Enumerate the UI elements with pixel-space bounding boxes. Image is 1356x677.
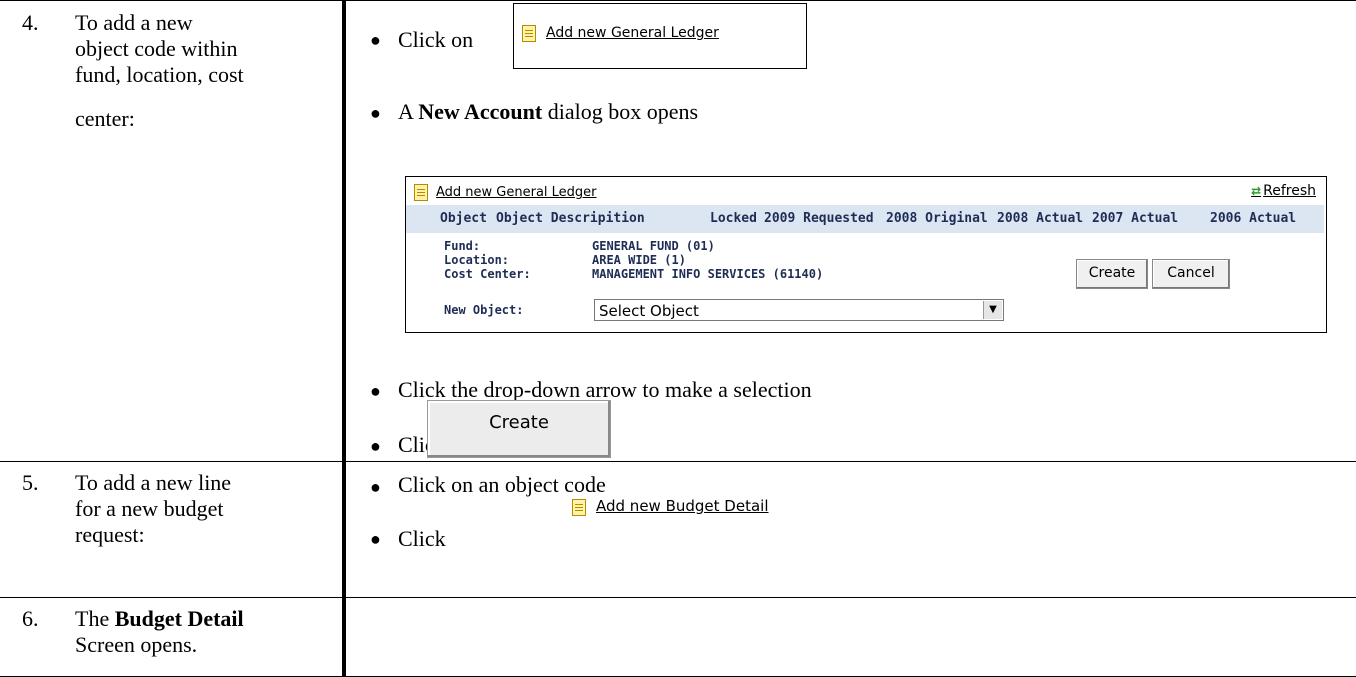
fund-value: GENERAL FUND (01)	[592, 239, 715, 253]
dialog-add-general-ledger-link[interactable]: Add new General Ledger	[436, 185, 597, 200]
step-6-line-2: Screen opens.	[75, 632, 198, 657]
create-button-image: Create	[427, 400, 611, 458]
col-2008-original: 2008 Original	[886, 211, 988, 226]
step-5-line: request:	[75, 522, 145, 547]
bullet: ●	[370, 477, 381, 497]
step-6-text: The Budget Detail Screen opens.	[75, 606, 335, 658]
bullet: ●	[370, 529, 381, 549]
step-5-line: for a new budget	[75, 496, 224, 521]
document-icon	[522, 24, 536, 42]
refresh-label: Refresh	[1263, 183, 1316, 199]
add-budget-detail-callout: Add new Budget Detail	[572, 497, 769, 516]
column-divider	[342, 0, 346, 677]
col-locked: Locked	[710, 211, 757, 226]
step-number-6: 6.	[22, 606, 39, 631]
document-icon	[572, 498, 586, 516]
dropdown-arrow-icon[interactable]: ▼	[983, 301, 1002, 319]
col-object: Object	[440, 211, 487, 226]
col-object-description: Object Descripition	[496, 211, 645, 226]
create-image-label: Create	[489, 412, 549, 433]
step-5-line: To add a new line	[75, 470, 232, 495]
table-top-border	[0, 0, 1356, 1]
col-2008-actual: 2008 Actual	[997, 211, 1084, 226]
step-4-line: object code within	[75, 36, 238, 61]
step-5-click-text: Click	[398, 526, 446, 551]
bullet: ●	[370, 436, 381, 456]
row-divider-5-6	[0, 597, 1356, 598]
col-2009-requested: 2009 Requested	[764, 211, 874, 226]
step-number-5: 5.	[22, 470, 39, 495]
col-2007-actual: 2007 Actual	[1092, 211, 1179, 226]
dialog-opens-bold: New Account	[418, 99, 543, 124]
dialog-opens-pre: A	[398, 99, 419, 124]
select-value: Select Object	[599, 302, 699, 320]
new-object-select[interactable]: Select Object ▼	[594, 299, 1004, 321]
step-6-pre: The	[75, 606, 115, 631]
cost-center-label: Cost Center:	[444, 267, 531, 281]
location-label: Location:	[444, 253, 510, 267]
step-5-text: To add a new line for a new budget reque…	[75, 470, 335, 548]
add-budget-detail-link[interactable]: Add new Budget Detail	[596, 497, 769, 515]
new-object-label: New Object:	[444, 303, 524, 317]
row-divider-4-5	[0, 461, 1356, 462]
bullet: ●	[370, 103, 381, 123]
step-6-bold: Budget Detail	[114, 606, 244, 631]
step-4-text: To add a new object code within fund, lo…	[75, 10, 335, 132]
step-number-4: 4.	[22, 10, 39, 35]
new-account-dialog: Add new General Ledger ⇄ Refresh Object O…	[405, 176, 1327, 333]
add-general-ledger-link[interactable]: Add new General Ledger	[546, 25, 719, 41]
location-value: AREA WIDE (1)	[592, 253, 686, 267]
fund-label: Fund:	[444, 239, 481, 253]
dialog-opens-text: A New Account dialog box opens	[398, 99, 698, 125]
add-general-ledger-callout: Add new General Ledger	[513, 3, 807, 69]
refresh-icon: ⇄	[1251, 184, 1262, 198]
document-icon	[414, 183, 428, 201]
col-2006-actual: 2006 Actual	[1210, 211, 1297, 226]
refresh-link[interactable]: ⇄ Refresh	[1251, 183, 1316, 199]
cancel-button[interactable]: Cancel	[1152, 259, 1230, 289]
step-6-line-1: The Budget Detail	[75, 606, 335, 632]
bullet: ●	[370, 30, 381, 50]
create-button[interactable]: Create	[1076, 259, 1148, 289]
dialog-opens-post: dialog box opens	[542, 99, 699, 124]
step-4-line: fund, location, cost	[75, 62, 244, 87]
step-4-line: To add a new	[75, 10, 193, 35]
bullet: ●	[370, 381, 381, 401]
click-object-code-text: Click on an object code	[398, 472, 606, 497]
click-on-text: Click on	[398, 27, 474, 52]
step-4-line: center:	[75, 106, 135, 131]
cost-center-value: MANAGEMENT INFO SERVICES (61140)	[592, 267, 824, 281]
